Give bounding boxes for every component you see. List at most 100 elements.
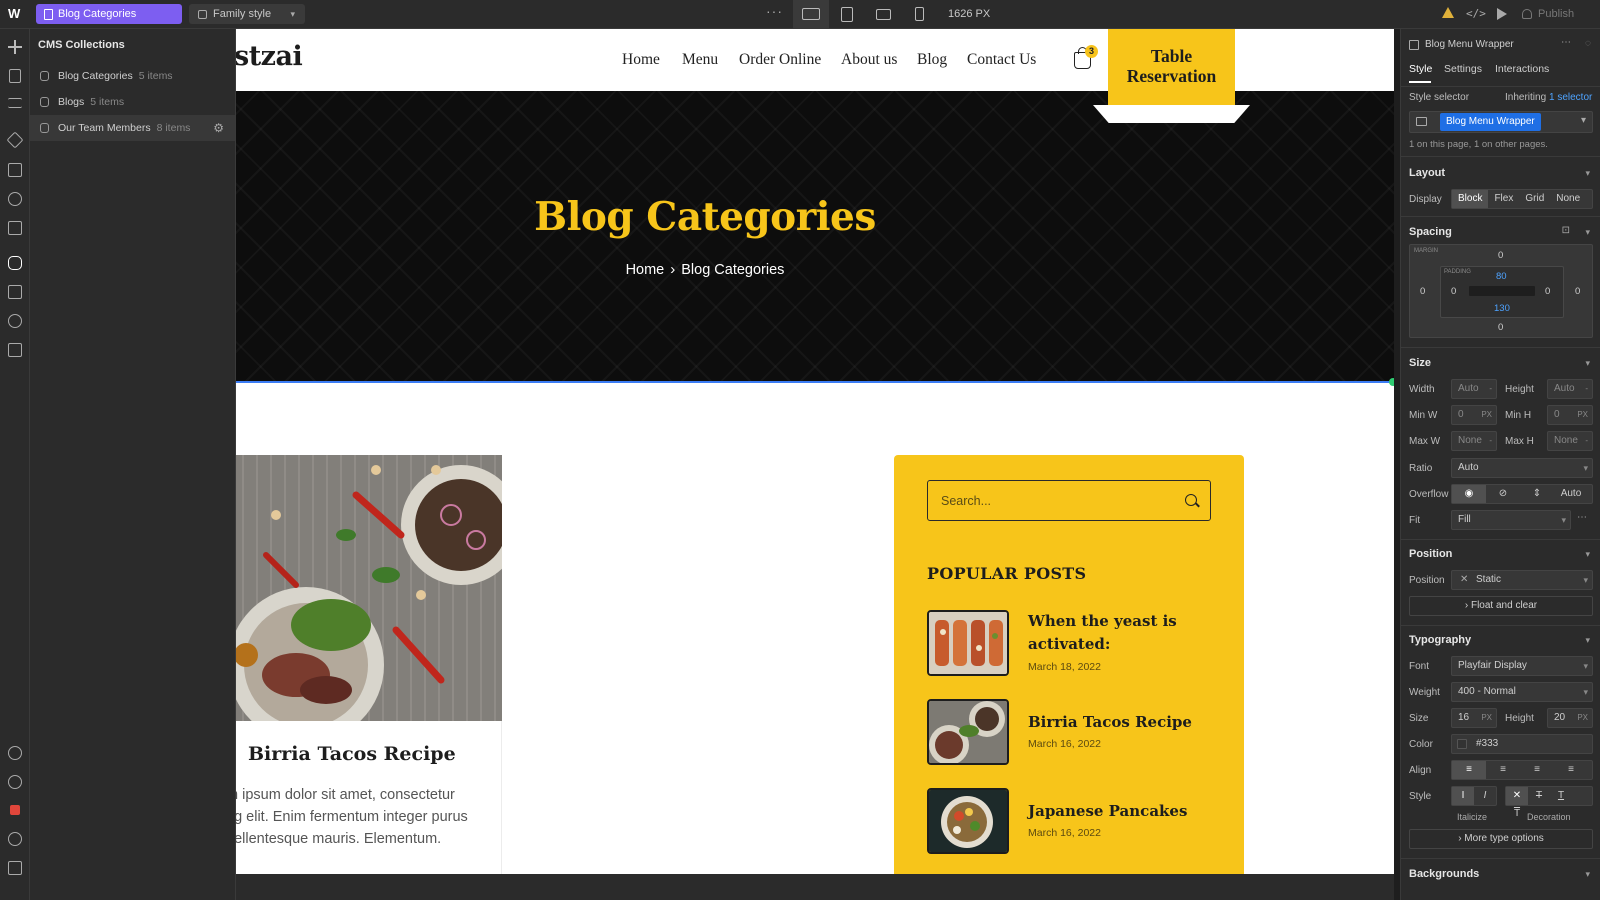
float-and-clear-button[interactable]: › Float and clear	[1409, 596, 1593, 616]
padding-top-value[interactable]: 80	[1496, 271, 1507, 282]
blog-card[interactable]: Birria Tacos Recipe m ipsum dolor sit am…	[236, 721, 502, 874]
page-template-button[interactable]: Blog Categories Template	[36, 4, 182, 40]
style-selectors-icon[interactable]	[8, 192, 22, 206]
ratio-select[interactable]: Auto ▾	[1451, 458, 1593, 478]
tablet-breakpoint-button[interactable]	[829, 0, 865, 28]
eye-off-icon[interactable]: ⊘	[1486, 485, 1520, 503]
spacing-preset-icon[interactable]: ⊡	[1562, 225, 1570, 236]
search-icon[interactable]	[1185, 494, 1197, 506]
nav-link-about[interactable]: About us	[841, 51, 897, 69]
margin-top-value[interactable]: 0	[1498, 250, 1503, 261]
design-canvas[interactable]: stzai Home Menu Order Online About us Bl…	[236, 29, 1394, 900]
video-icon[interactable]	[8, 861, 22, 875]
min-width-input[interactable]: 0 PX	[1451, 405, 1497, 425]
no-decoration-icon[interactable]: ✕	[1506, 787, 1528, 805]
popular-post-item[interactable]: When the yeast is activated: March 18, 2…	[927, 610, 1207, 676]
search-icon[interactable]	[8, 832, 22, 846]
roman-icon[interactable]: I	[1452, 787, 1474, 805]
selector-field[interactable]: Blog Menu Wrapper ▾	[1409, 111, 1593, 133]
help-icon[interactable]	[8, 775, 22, 789]
layout-section-title[interactable]: Layout	[1409, 167, 1445, 179]
blog-card-image[interactable]	[236, 455, 502, 721]
more-options-icon[interactable]: ⋯	[1577, 512, 1587, 523]
underline-icon[interactable]: T	[1550, 787, 1572, 805]
more-options-icon[interactable]: ⋯	[1561, 37, 1571, 48]
size-section-title[interactable]: Size	[1409, 357, 1431, 369]
height-input[interactable]: Auto -	[1547, 379, 1593, 399]
blog-card-title[interactable]: Birria Tacos Recipe	[248, 743, 456, 765]
code-icon[interactable]: </>	[1466, 7, 1486, 20]
align-left-icon[interactable]: ≡	[1452, 761, 1486, 779]
record-icon[interactable]	[10, 805, 20, 815]
chevron-down-icon[interactable]: ▾	[1585, 869, 1590, 880]
chevron-down-icon[interactable]: ▾	[1585, 358, 1590, 369]
padding-right-value[interactable]: 0	[1545, 286, 1550, 297]
tab-settings[interactable]: Settings	[1444, 63, 1482, 75]
align-right-icon[interactable]: ≡	[1520, 761, 1554, 779]
assets-icon[interactable]	[8, 221, 22, 235]
width-input[interactable]: Auto -	[1451, 379, 1497, 399]
cms-item-our-team-members[interactable]: Our Team Members 8 items ⚙	[30, 115, 235, 141]
display-flex-option[interactable]: Flex	[1488, 190, 1519, 208]
pages-icon[interactable]	[9, 69, 21, 83]
settings-icon[interactable]	[8, 746, 22, 760]
max-height-input[interactable]: None -	[1547, 431, 1593, 451]
post-thumbnail[interactable]	[927, 788, 1009, 854]
typography-section-title[interactable]: Typography	[1409, 634, 1471, 646]
nav-link-menu[interactable]: Menu	[682, 51, 718, 69]
spacing-section-title[interactable]: Spacing	[1409, 226, 1452, 238]
tab-interactions[interactable]: Interactions	[1495, 63, 1549, 75]
chevron-down-icon[interactable]: ▾	[1585, 168, 1590, 179]
popular-post-item[interactable]: Birria Tacos Recipe March 16, 2022	[927, 699, 1207, 765]
search-input[interactable]: Search...	[927, 480, 1211, 521]
more-options-icon[interactable]: ···	[766, 3, 783, 19]
strikethrough-icon[interactable]: T	[1528, 787, 1550, 805]
style-selector-dropdown[interactable]: Family style ▾	[189, 4, 305, 24]
max-width-input[interactable]: None -	[1451, 431, 1497, 451]
publish-button[interactable]: Publish	[1520, 4, 1588, 24]
margin-bottom-value[interactable]: 0	[1498, 322, 1503, 333]
nav-link-order-online[interactable]: Order Online	[739, 51, 821, 69]
component-icon[interactable]: ◌	[1585, 38, 1591, 49]
selector-chip[interactable]: Blog Menu Wrapper	[1440, 113, 1541, 131]
post-title[interactable]: Birria Tacos Recipe	[1028, 711, 1192, 734]
align-segmented-control[interactable]: ≡ ≡ ≡ ≡	[1451, 760, 1593, 780]
resize-handle-icon[interactable]	[1389, 378, 1394, 386]
desktop-breakpoint-button[interactable]	[793, 0, 829, 28]
cms-icon[interactable]	[8, 256, 22, 270]
display-segmented-control[interactable]: Block Flex Grid None	[1451, 189, 1593, 209]
font-size-input[interactable]: 16 PX	[1451, 708, 1497, 728]
ecommerce-icon[interactable]	[8, 285, 22, 299]
popular-post-item[interactable]: Japanese Pancakes March 16, 2022	[927, 788, 1207, 854]
position-select[interactable]: ✕ Static ▾	[1451, 570, 1593, 590]
chevron-down-icon[interactable]: ▾	[1585, 549, 1590, 560]
post-thumbnail[interactable]	[927, 610, 1009, 676]
variables-icon[interactable]	[8, 163, 22, 177]
inheriting-selector-link[interactable]: 1 selector	[1549, 92, 1592, 103]
backgrounds-section-title[interactable]: Backgrounds	[1409, 868, 1479, 880]
mobile-landscape-breakpoint-button[interactable]	[865, 0, 901, 28]
padding-left-value[interactable]: 0	[1451, 286, 1456, 297]
scroll-icon[interactable]: ⇕	[1520, 485, 1554, 503]
tab-style[interactable]: Style	[1409, 63, 1432, 75]
more-type-options-button[interactable]: › More type options	[1409, 829, 1593, 849]
overflow-auto-option[interactable]: Auto	[1554, 485, 1588, 503]
margin-right-value[interactable]: 0	[1575, 286, 1580, 297]
nav-link-contact[interactable]: Contact Us	[967, 51, 1036, 69]
cms-item-blog-categories[interactable]: Blog Categories 5 items	[30, 63, 235, 89]
fit-select[interactable]: Fill ▾	[1451, 510, 1571, 530]
cms-item-blogs[interactable]: Blogs 5 items	[30, 89, 235, 115]
padding-bottom-value[interactable]: 130	[1494, 303, 1510, 314]
eye-icon[interactable]: ◉	[1452, 485, 1486, 503]
italic-icon[interactable]: I	[1474, 787, 1496, 805]
components-icon[interactable]	[6, 131, 24, 149]
nav-link-blog[interactable]: Blog	[917, 51, 947, 69]
breadcrumb-home[interactable]: Home	[626, 262, 665, 278]
overflow-segmented-control[interactable]: ◉ ⊘ ⇕ Auto	[1451, 484, 1593, 504]
post-title[interactable]: When the yeast is activated:	[1028, 610, 1177, 656]
mobile-portrait-breakpoint-button[interactable]	[901, 0, 937, 28]
display-block-option[interactable]: Block	[1452, 190, 1489, 208]
color-swatch[interactable]	[1457, 739, 1467, 749]
display-none-option[interactable]: None	[1550, 190, 1586, 208]
weight-select[interactable]: 400 - Normal ▾	[1451, 682, 1593, 702]
